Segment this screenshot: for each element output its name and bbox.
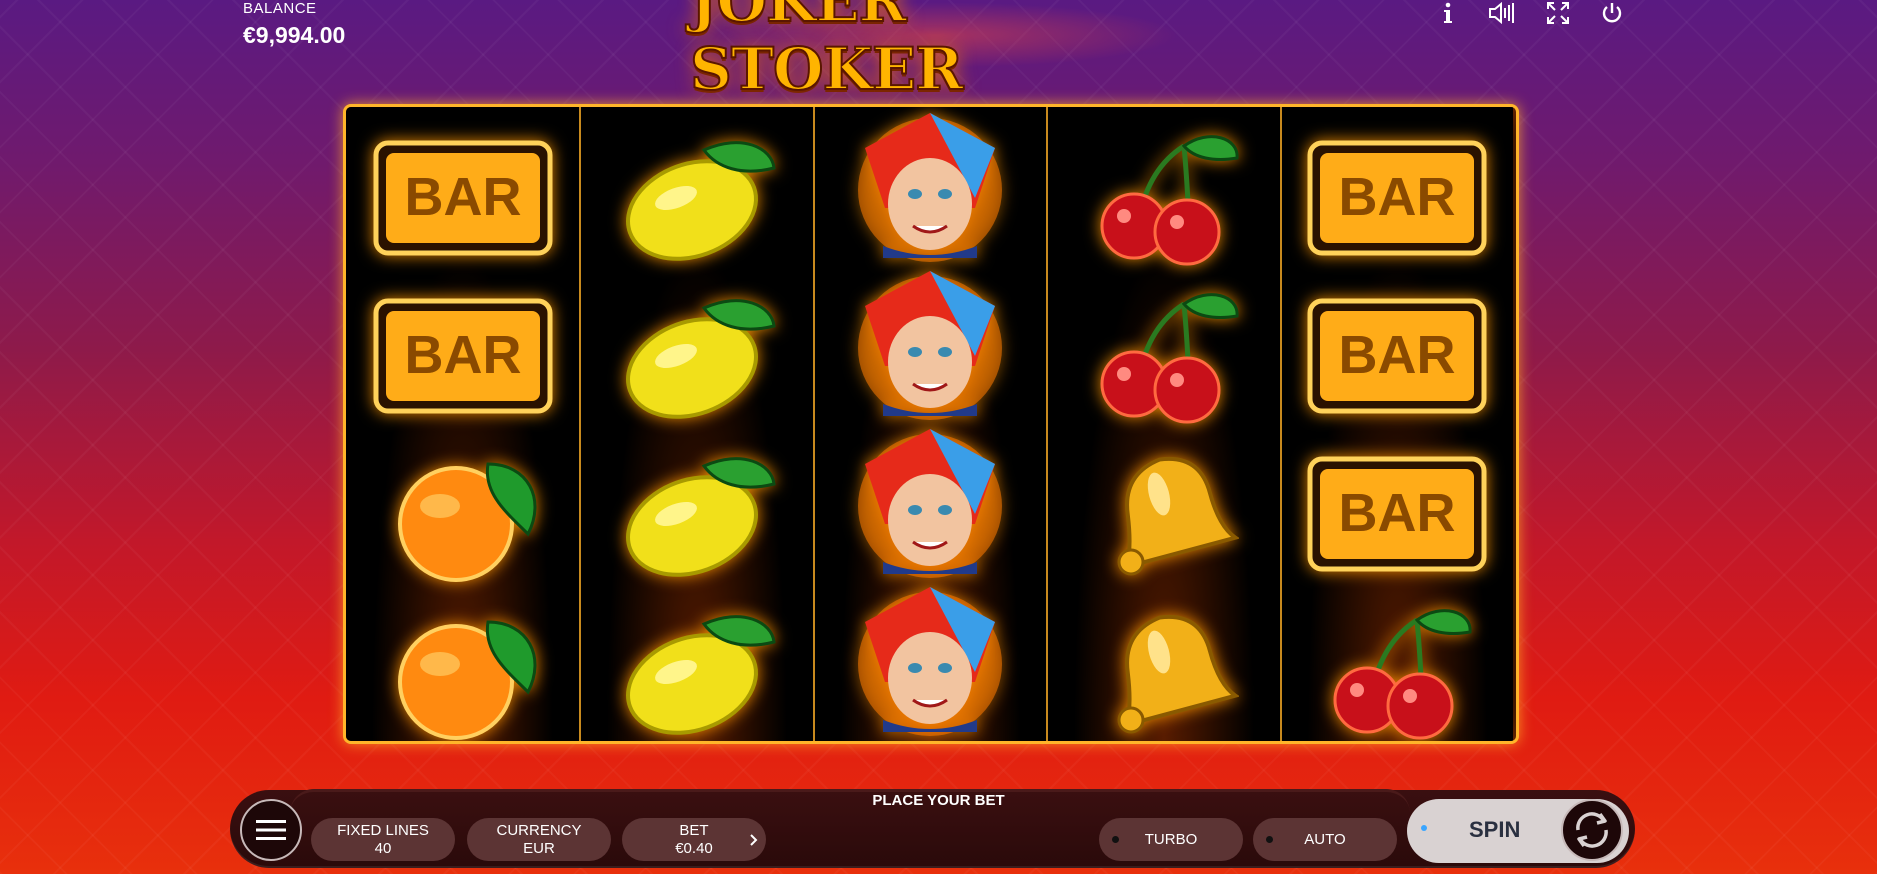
fullscreen-icon[interactable] bbox=[1542, 0, 1574, 26]
auto-label: AUTO bbox=[1304, 831, 1346, 848]
currency-selector[interactable]: CURRENCY EUR bbox=[467, 818, 611, 861]
bar-symbol: BAR bbox=[346, 119, 579, 277]
reel-1: BAR BAR bbox=[346, 107, 580, 741]
bar-text: BAR bbox=[404, 167, 521, 227]
refresh-icon bbox=[1576, 812, 1608, 848]
bar-text: BAR bbox=[1339, 325, 1456, 385]
orange-symbol bbox=[346, 435, 579, 593]
bar-text: BAR bbox=[1339, 483, 1456, 543]
balance-label: BALANCE bbox=[243, 0, 317, 17]
lemon-symbol bbox=[581, 435, 812, 593]
spin-circle-button[interactable] bbox=[1561, 799, 1623, 861]
bar-symbol: BAR bbox=[1282, 119, 1513, 277]
reels-frame: BAR BAR BAR BAR BAR bbox=[343, 104, 1519, 744]
spin-indicator bbox=[1421, 825, 1427, 831]
bet-label: BET bbox=[679, 821, 709, 839]
turbo-label: TURBO bbox=[1144, 831, 1198, 848]
bell-symbol bbox=[1048, 435, 1279, 593]
spin-label: SPIN bbox=[1469, 817, 1521, 842]
reel-2 bbox=[579, 107, 813, 741]
currency-label: CURRENCY bbox=[496, 821, 582, 839]
bet-value: €0.40 bbox=[675, 839, 713, 857]
fixed-lines-value: 40 bbox=[374, 839, 392, 857]
joker-symbol bbox=[815, 107, 1046, 265]
turbo-indicator bbox=[1112, 836, 1119, 843]
game-logo: JOKER STOKER bbox=[689, 0, 1180, 104]
reel-5: BAR BAR BAR bbox=[1279, 107, 1513, 741]
cherry-symbol bbox=[1282, 593, 1513, 741]
bar-text: BAR bbox=[404, 325, 521, 385]
bar-symbol: BAR bbox=[1282, 435, 1513, 593]
fixed-lines-label: FIXED LINES bbox=[337, 821, 429, 839]
power-icon[interactable] bbox=[1596, 0, 1628, 26]
fixed-lines-display: FIXED LINES 40 bbox=[311, 818, 455, 861]
bar-symbol: BAR bbox=[346, 277, 579, 435]
reel-3 bbox=[812, 107, 1047, 741]
hamburger-icon bbox=[256, 820, 286, 840]
currency-value: EUR bbox=[523, 839, 555, 857]
auto-indicator bbox=[1266, 836, 1273, 843]
lemon-symbol bbox=[581, 119, 812, 277]
auto-toggle[interactable]: AUTO bbox=[1253, 818, 1397, 861]
reel-4 bbox=[1046, 107, 1280, 741]
bar-symbol: BAR bbox=[1282, 277, 1513, 435]
bar-text: BAR bbox=[1339, 167, 1456, 227]
turbo-toggle[interactable]: TURBO bbox=[1099, 818, 1243, 861]
joker-symbol bbox=[815, 581, 1046, 739]
sound-icon[interactable] bbox=[1486, 0, 1518, 26]
chevron-right-icon bbox=[750, 834, 758, 846]
menu-button[interactable] bbox=[240, 799, 302, 861]
joker-symbol bbox=[815, 423, 1046, 581]
orange-symbol bbox=[346, 593, 579, 741]
balance-value: €9,994.00 bbox=[243, 22, 346, 48]
cherry-symbol bbox=[1048, 277, 1279, 435]
bet-selector[interactable]: BET €0.40 bbox=[622, 818, 766, 861]
lemon-symbol bbox=[581, 593, 812, 741]
balance-display: BALANCE €9,994.00 bbox=[243, 0, 345, 49]
bell-symbol bbox=[1048, 593, 1279, 741]
info-icon[interactable] bbox=[1432, 0, 1464, 26]
joker-symbol bbox=[815, 265, 1046, 423]
lemon-symbol bbox=[581, 277, 812, 435]
cherry-symbol bbox=[1048, 119, 1279, 277]
